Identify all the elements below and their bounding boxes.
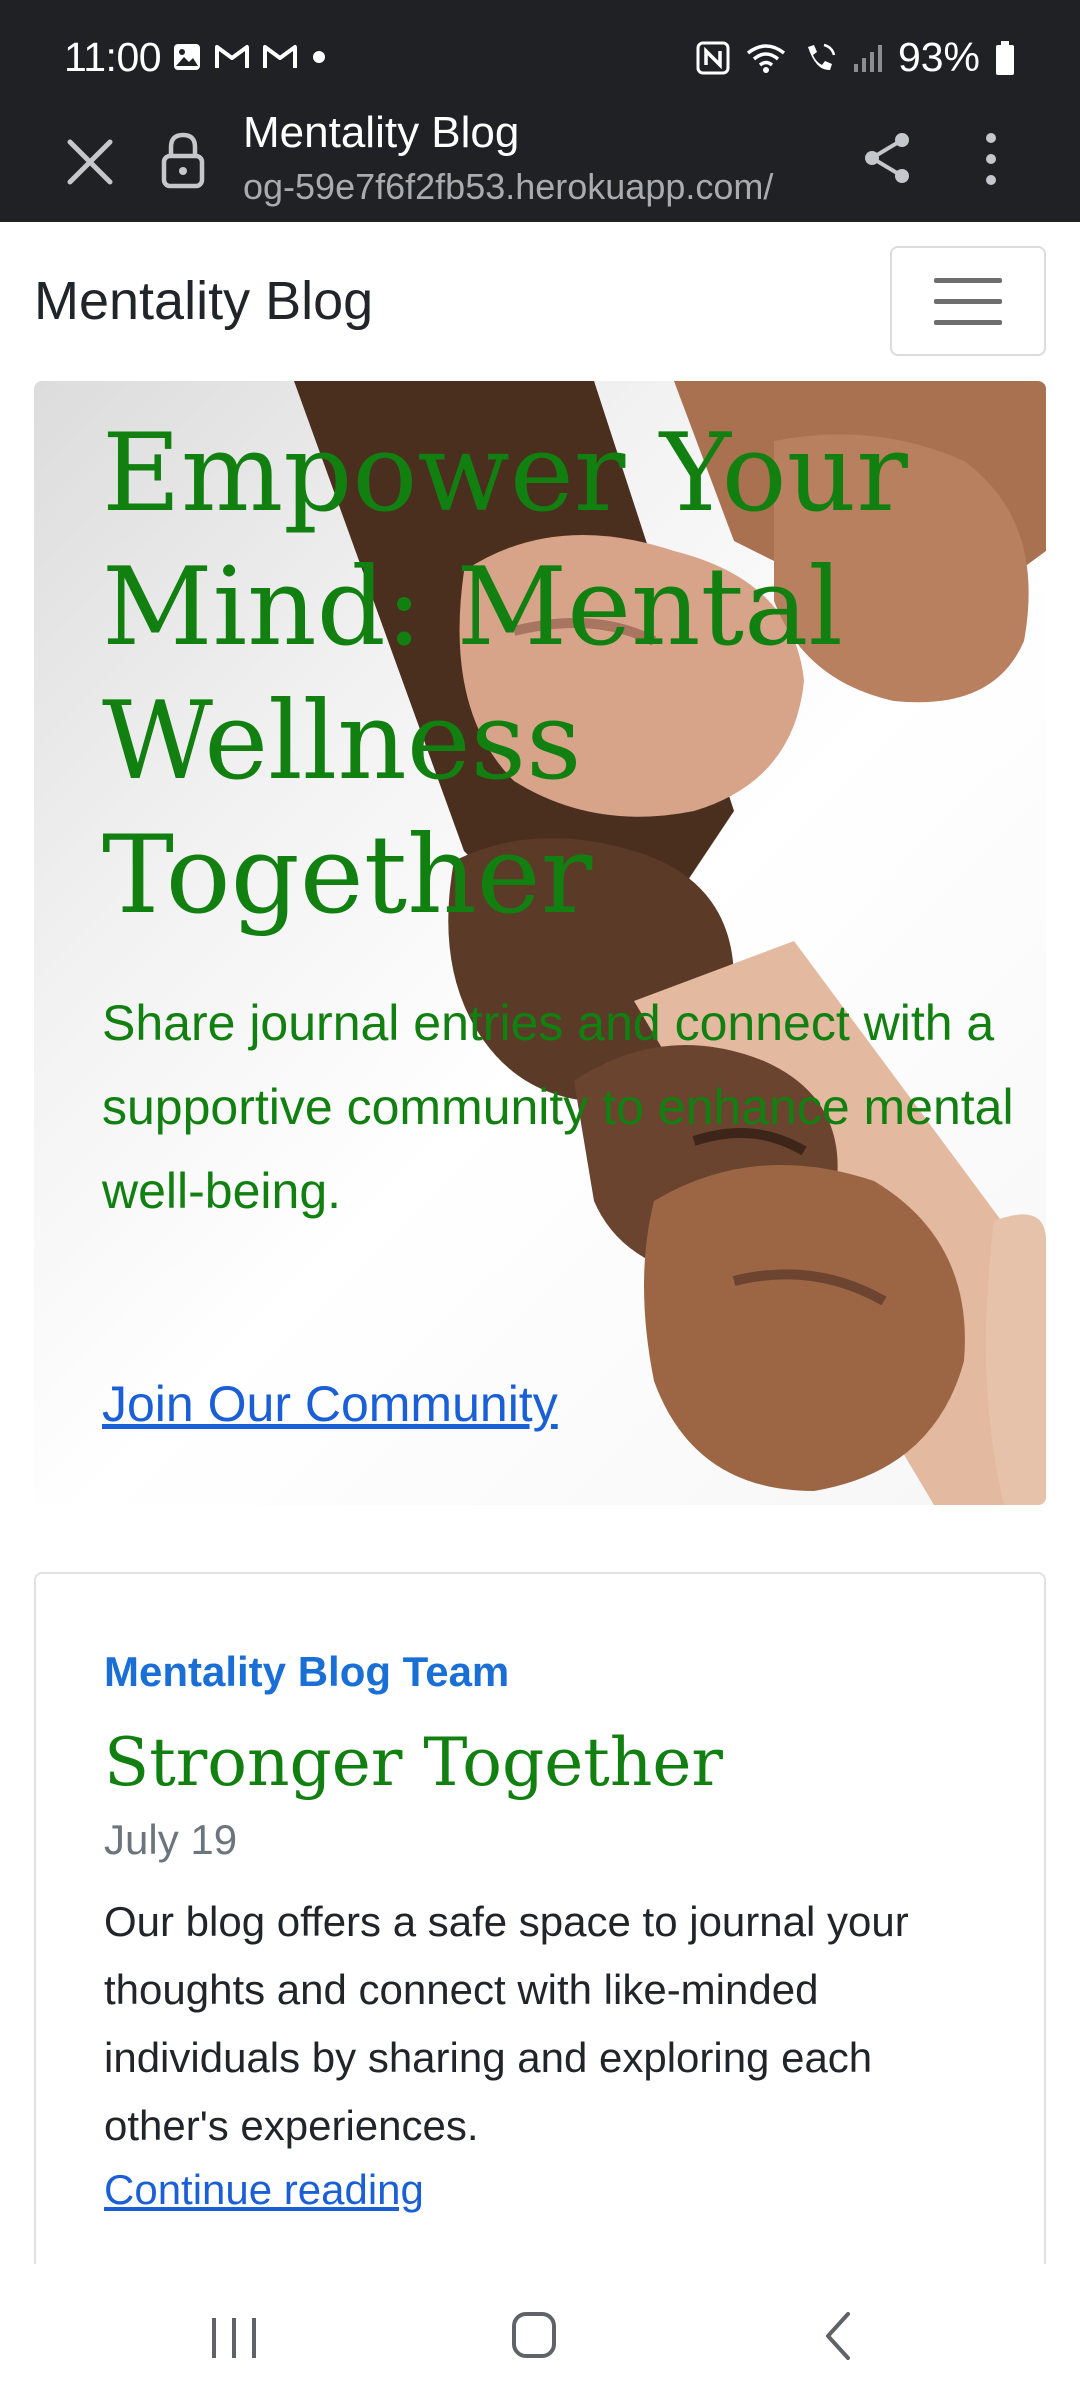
status-right: 93% — [696, 34, 1016, 81]
lock-icon[interactable] — [160, 130, 206, 190]
wifi-icon — [746, 43, 786, 73]
back-icon[interactable] — [820, 2310, 856, 2362]
hamburger-menu-icon — [934, 277, 1002, 283]
brand-link[interactable]: Mentality Blog — [34, 270, 373, 332]
close-icon[interactable] — [62, 134, 118, 190]
post-card: Mentality Blog Team Stronger Together Ju… — [34, 1572, 1046, 2272]
hamburger-menu-icon — [934, 319, 1002, 325]
signal-icon — [853, 44, 882, 72]
gallery-icon — [174, 44, 200, 70]
status-bar: 11:00 93% — [0, 0, 1080, 118]
wifi-calling-icon — [807, 43, 836, 70]
recents-icon[interactable] — [206, 2314, 262, 2362]
hero-title: Empower Your Mind: Mental Wellness Toget… — [102, 411, 908, 938]
more-vert-icon[interactable] — [976, 130, 1006, 188]
gmail-icon — [215, 45, 249, 68]
share-icon[interactable] — [862, 130, 914, 186]
battery-percentage: 93% — [897, 34, 980, 80]
notification-icons — [172, 42, 328, 72]
post-title: Stronger Together — [104, 1724, 723, 1801]
page-title: Mentality Blog — [243, 108, 520, 157]
continue-reading-link[interactable]: Continue reading — [104, 2166, 424, 2214]
hero-lead: Share journal entries and connect with a… — [102, 995, 1014, 1219]
site-navbar: Mentality Blog — [0, 222, 1080, 372]
browser-toolbar: Mentality Blog og-59e7f6f2fb53.herokuapp… — [0, 108, 1080, 222]
hamburger-menu-icon — [934, 298, 1002, 304]
home-icon[interactable] — [510, 2310, 558, 2360]
navbar-toggler-button[interactable] — [890, 246, 1046, 356]
join-community-link[interactable]: Join Our Community — [102, 1375, 558, 1433]
battery-icon — [996, 40, 1014, 75]
dot-icon — [313, 51, 325, 63]
android-navigation-bar — [0, 2264, 1080, 2400]
status-time: 11:00 — [64, 34, 162, 80]
nfc-icon — [696, 41, 730, 74]
post-date: July 19 — [104, 1816, 238, 1863]
page-url[interactable]: og-59e7f6f2fb53.herokuapp.com/ — [243, 166, 773, 208]
hero-section: Empower Your Mind: Mental Wellness Toget… — [34, 381, 1046, 1505]
gmail-icon — [263, 45, 297, 68]
post-excerpt: Our blog offers a safe space to journal … — [104, 1898, 909, 2149]
post-author: Mentality Blog Team — [104, 1648, 510, 1695]
